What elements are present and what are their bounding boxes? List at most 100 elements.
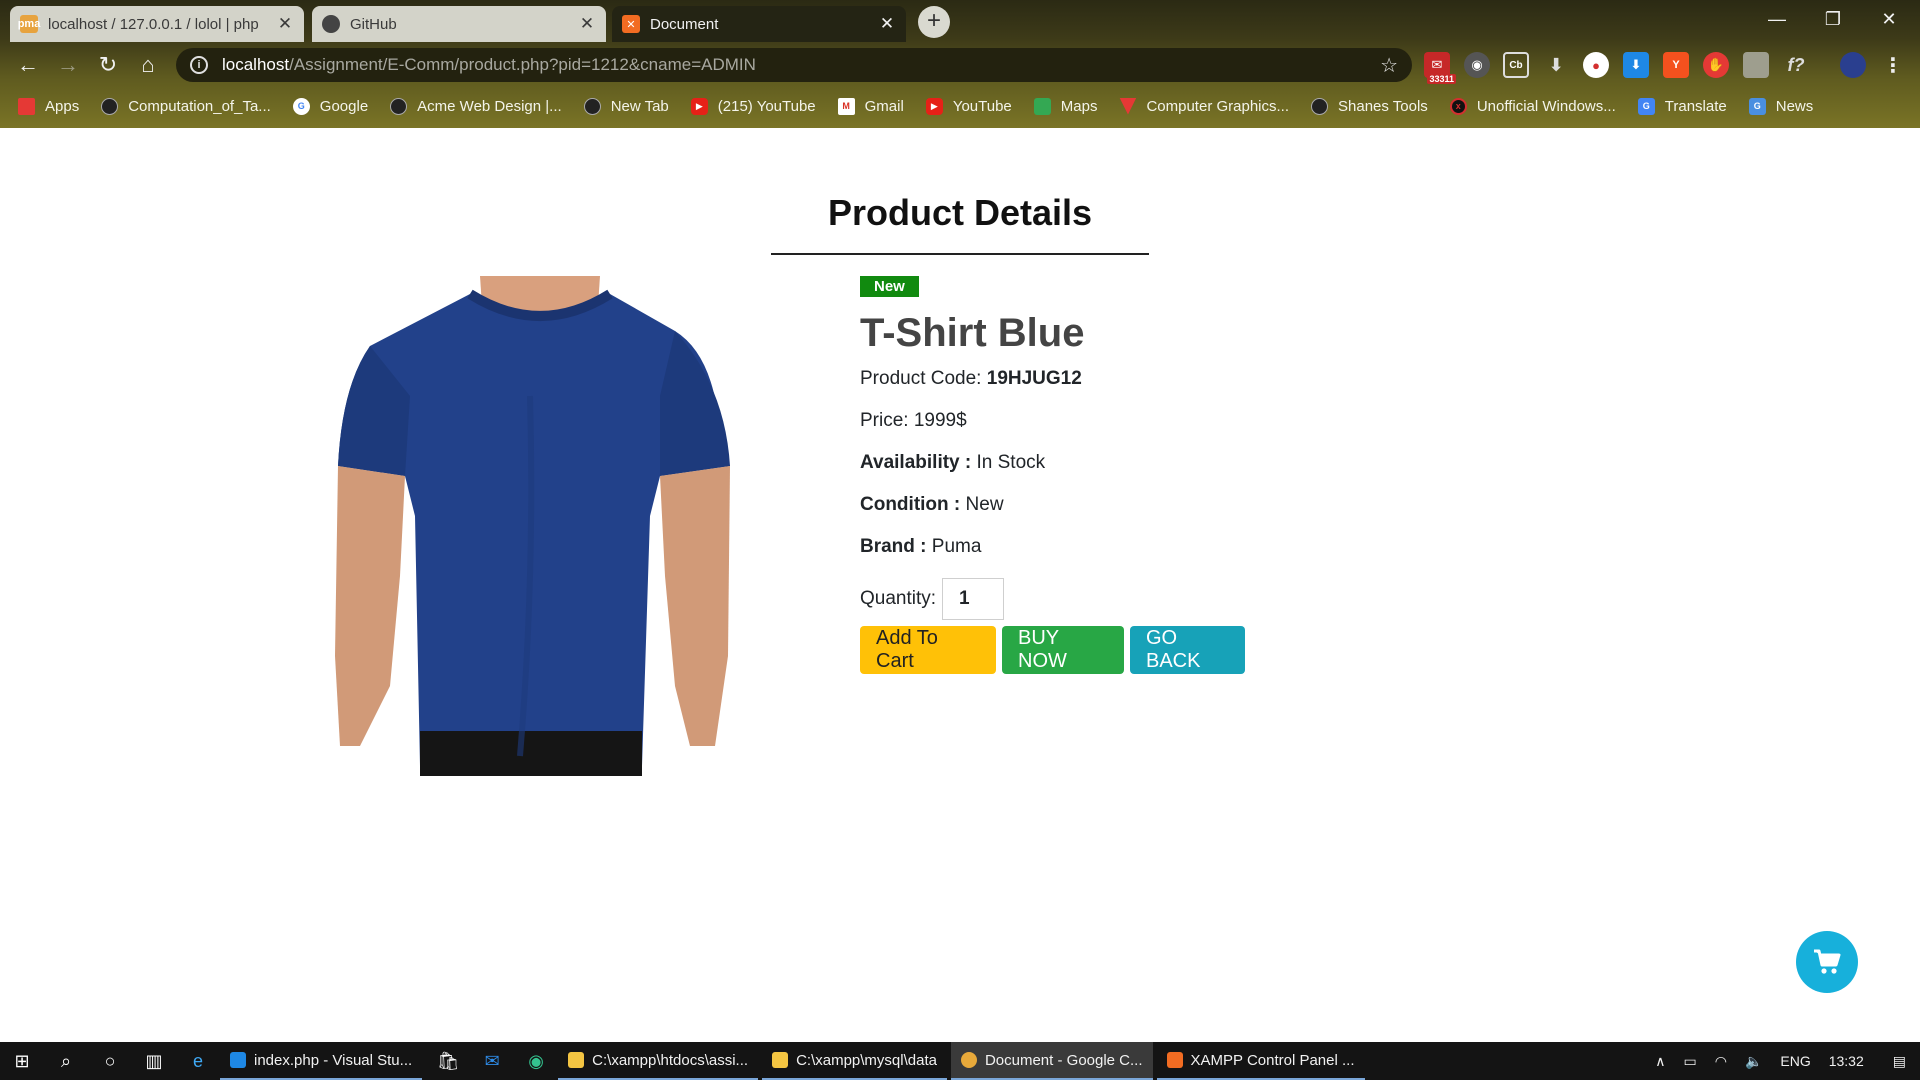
windows-start-icon[interactable]: ⊞	[0, 1042, 44, 1080]
mail-extension-icon[interactable]: ✉ 33311	[1424, 52, 1456, 84]
reload-icon[interactable]: ↻	[92, 49, 124, 81]
cortana-icon[interactable]: ○	[88, 1042, 132, 1080]
bookmark-apps[interactable]: Apps	[18, 97, 79, 115]
close-window-icon[interactable]: ✕	[1862, 0, 1916, 38]
title-underline	[771, 253, 1149, 255]
apps-grid-icon	[18, 97, 35, 115]
product-code-value: 19HJUG12	[986, 368, 1082, 389]
download-arrow-icon[interactable]: ⬇	[1543, 52, 1569, 78]
product-image	[330, 276, 770, 776]
clock[interactable]: 13:32	[1829, 1053, 1864, 1069]
mail-icon[interactable]: ✉	[470, 1042, 514, 1080]
availability-line: Availability : In Stock	[860, 452, 1046, 473]
youtube-icon: ▶	[690, 97, 708, 115]
site-info-icon[interactable]: i	[190, 56, 208, 74]
bookmark-youtube-215[interactable]: ▶ (215) YouTube	[690, 97, 816, 115]
menu-kebab-icon[interactable]: ⋮	[1880, 52, 1906, 78]
globe-icon	[583, 97, 601, 115]
ya-extension-icon[interactable]: Y	[1663, 52, 1689, 78]
bookmark-news[interactable]: G News	[1748, 97, 1813, 115]
close-tab-icon[interactable]: ✕	[878, 14, 896, 34]
pokeball-icon[interactable]: ●	[1583, 52, 1609, 78]
maps-pin-icon[interactable]: ◉	[514, 1042, 558, 1080]
bookmark-gmail[interactable]: M Gmail	[837, 97, 904, 115]
tab-document[interactable]: ✕ Document ✕	[612, 6, 906, 42]
tab-phpmyadmin[interactable]: pma localhost / 127.0.0.1 / lolol | php …	[10, 6, 304, 42]
battery-icon[interactable]: ▭	[1683, 1053, 1696, 1070]
price-line: Price: 1999$	[860, 410, 967, 431]
cb-extension-icon[interactable]: Cb	[1503, 52, 1529, 78]
product-name: T-Shirt Blue	[860, 311, 1085, 355]
close-tab-icon[interactable]: ✕	[276, 14, 294, 34]
quantity-input[interactable]: 1	[942, 578, 1005, 620]
go-back-button[interactable]: GO BACK	[1130, 626, 1245, 674]
xampp-icon	[1166, 1052, 1183, 1068]
brand-line: Brand : Puma	[860, 536, 982, 557]
windows-taskbar: ⊞ ⌕ ○ ▥ e index.php - Visual Stu... 🛍 ✉ …	[0, 1042, 1920, 1080]
bookmark-youtube[interactable]: ▶ YouTube	[925, 97, 1012, 115]
shopping-cart-icon	[1814, 949, 1841, 974]
vscode-icon	[230, 1052, 246, 1068]
profile-avatar-icon[interactable]	[1840, 52, 1866, 78]
buy-now-button[interactable]: BUY NOW	[1002, 626, 1124, 674]
bookmark-shanes-tools[interactable]: Shanes Tools	[1311, 97, 1428, 115]
globe-icon	[390, 97, 408, 115]
incognito-extension-icon[interactable]: ◉	[1464, 52, 1490, 78]
tab-strip: pma localhost / 127.0.0.1 / lolol | php …	[0, 0, 1920, 42]
wifi-icon[interactable]: ◠	[1715, 1053, 1727, 1070]
folder-icon	[568, 1052, 585, 1068]
edge-icon[interactable]: e	[176, 1042, 220, 1080]
store-icon[interactable]: 🛍	[426, 1042, 470, 1080]
task-view-icon[interactable]: ▥	[132, 1042, 176, 1080]
minimize-icon[interactable]: —	[1750, 0, 1804, 38]
condition-line: Condition : New	[860, 494, 1004, 515]
bookmark-unofficial-windows[interactable]: x Unofficial Windows...	[1449, 97, 1616, 115]
bookmark-maps[interactable]: Maps	[1033, 97, 1097, 115]
bookmark-new-tab[interactable]: New Tab	[583, 97, 669, 115]
floating-cart-button[interactable]	[1796, 931, 1858, 993]
function-extension-icon[interactable]: f?	[1783, 52, 1809, 78]
taskbar-xampp[interactable]: XAMPP Control Panel ...	[1156, 1042, 1365, 1080]
taskbar-vscode[interactable]: index.php - Visual Stu...	[220, 1042, 423, 1080]
back-arrow-icon[interactable]: ←	[12, 49, 44, 81]
chrome-icon	[960, 1052, 977, 1068]
address-bar[interactable]: i localhost /Assignment/E-Comm/product.p…	[176, 48, 1412, 82]
page-content: Product Details New T-Shirt Blue Product…	[0, 128, 1920, 1042]
bookmarks-bar: Apps Computation_of_Ta... G Google Acme …	[0, 88, 1920, 124]
add-to-cart-button[interactable]: Add To Cart	[860, 626, 996, 674]
tab-github[interactable]: GitHub ✕	[312, 6, 606, 42]
taskbar-chrome[interactable]: Document - Google C...	[950, 1042, 1153, 1080]
bookmark-computation[interactable]: Computation_of_Ta...	[101, 97, 271, 115]
hand-extension-icon[interactable]: ✋	[1703, 52, 1729, 78]
language-indicator[interactable]: ENG	[1780, 1053, 1810, 1069]
search-icon[interactable]: ⌕	[44, 1042, 88, 1080]
google-icon: G	[292, 97, 310, 115]
home-icon[interactable]: ⌂	[132, 49, 164, 81]
globe-icon	[1311, 97, 1329, 115]
bookmark-translate[interactable]: G Translate	[1637, 97, 1727, 115]
bookmark-computer-graphics[interactable]: Computer Graphics...	[1119, 97, 1289, 115]
taskbar-explorer-htdocs[interactable]: C:\xampp\htdocs\assi...	[558, 1042, 759, 1080]
page-title: Product Details	[827, 192, 1093, 233]
taskbar-explorer-mysql[interactable]: C:\xampp\mysql\data	[762, 1042, 947, 1080]
red-circle-icon: x	[1449, 97, 1467, 115]
volume-icon[interactable]: 🔈	[1745, 1053, 1762, 1070]
notification-icon[interactable]: ▤	[1893, 1053, 1906, 1070]
chevron-up-icon[interactable]: ∧	[1655, 1053, 1665, 1070]
product-code-line: Product Code: 19HJUG12	[860, 368, 1082, 389]
bookmark-star-icon[interactable]: ☆	[1380, 53, 1398, 78]
downloader-icon[interactable]: ⬇	[1623, 52, 1649, 78]
forward-arrow-icon[interactable]: →	[52, 49, 84, 81]
restore-icon[interactable]: ❐	[1806, 0, 1860, 38]
bookmark-google[interactable]: G Google	[292, 97, 368, 115]
xampp-icon: ✕	[622, 15, 640, 33]
new-tab-button[interactable]: +	[918, 6, 950, 38]
bookmark-acme[interactable]: Acme Web Design |...	[390, 97, 562, 115]
puzzle-extension-icon[interactable]	[1743, 52, 1769, 78]
close-tab-icon[interactable]: ✕	[578, 14, 596, 34]
browser-chrome: pma localhost / 127.0.0.1 / lolol | php …	[0, 0, 1920, 128]
quantity-row: Quantity: 1	[860, 578, 1460, 620]
tshirt-photo	[335, 276, 730, 776]
gmail-icon: M	[837, 97, 855, 115]
action-buttons: Add To Cart BUY NOW GO BACK	[860, 626, 1460, 674]
